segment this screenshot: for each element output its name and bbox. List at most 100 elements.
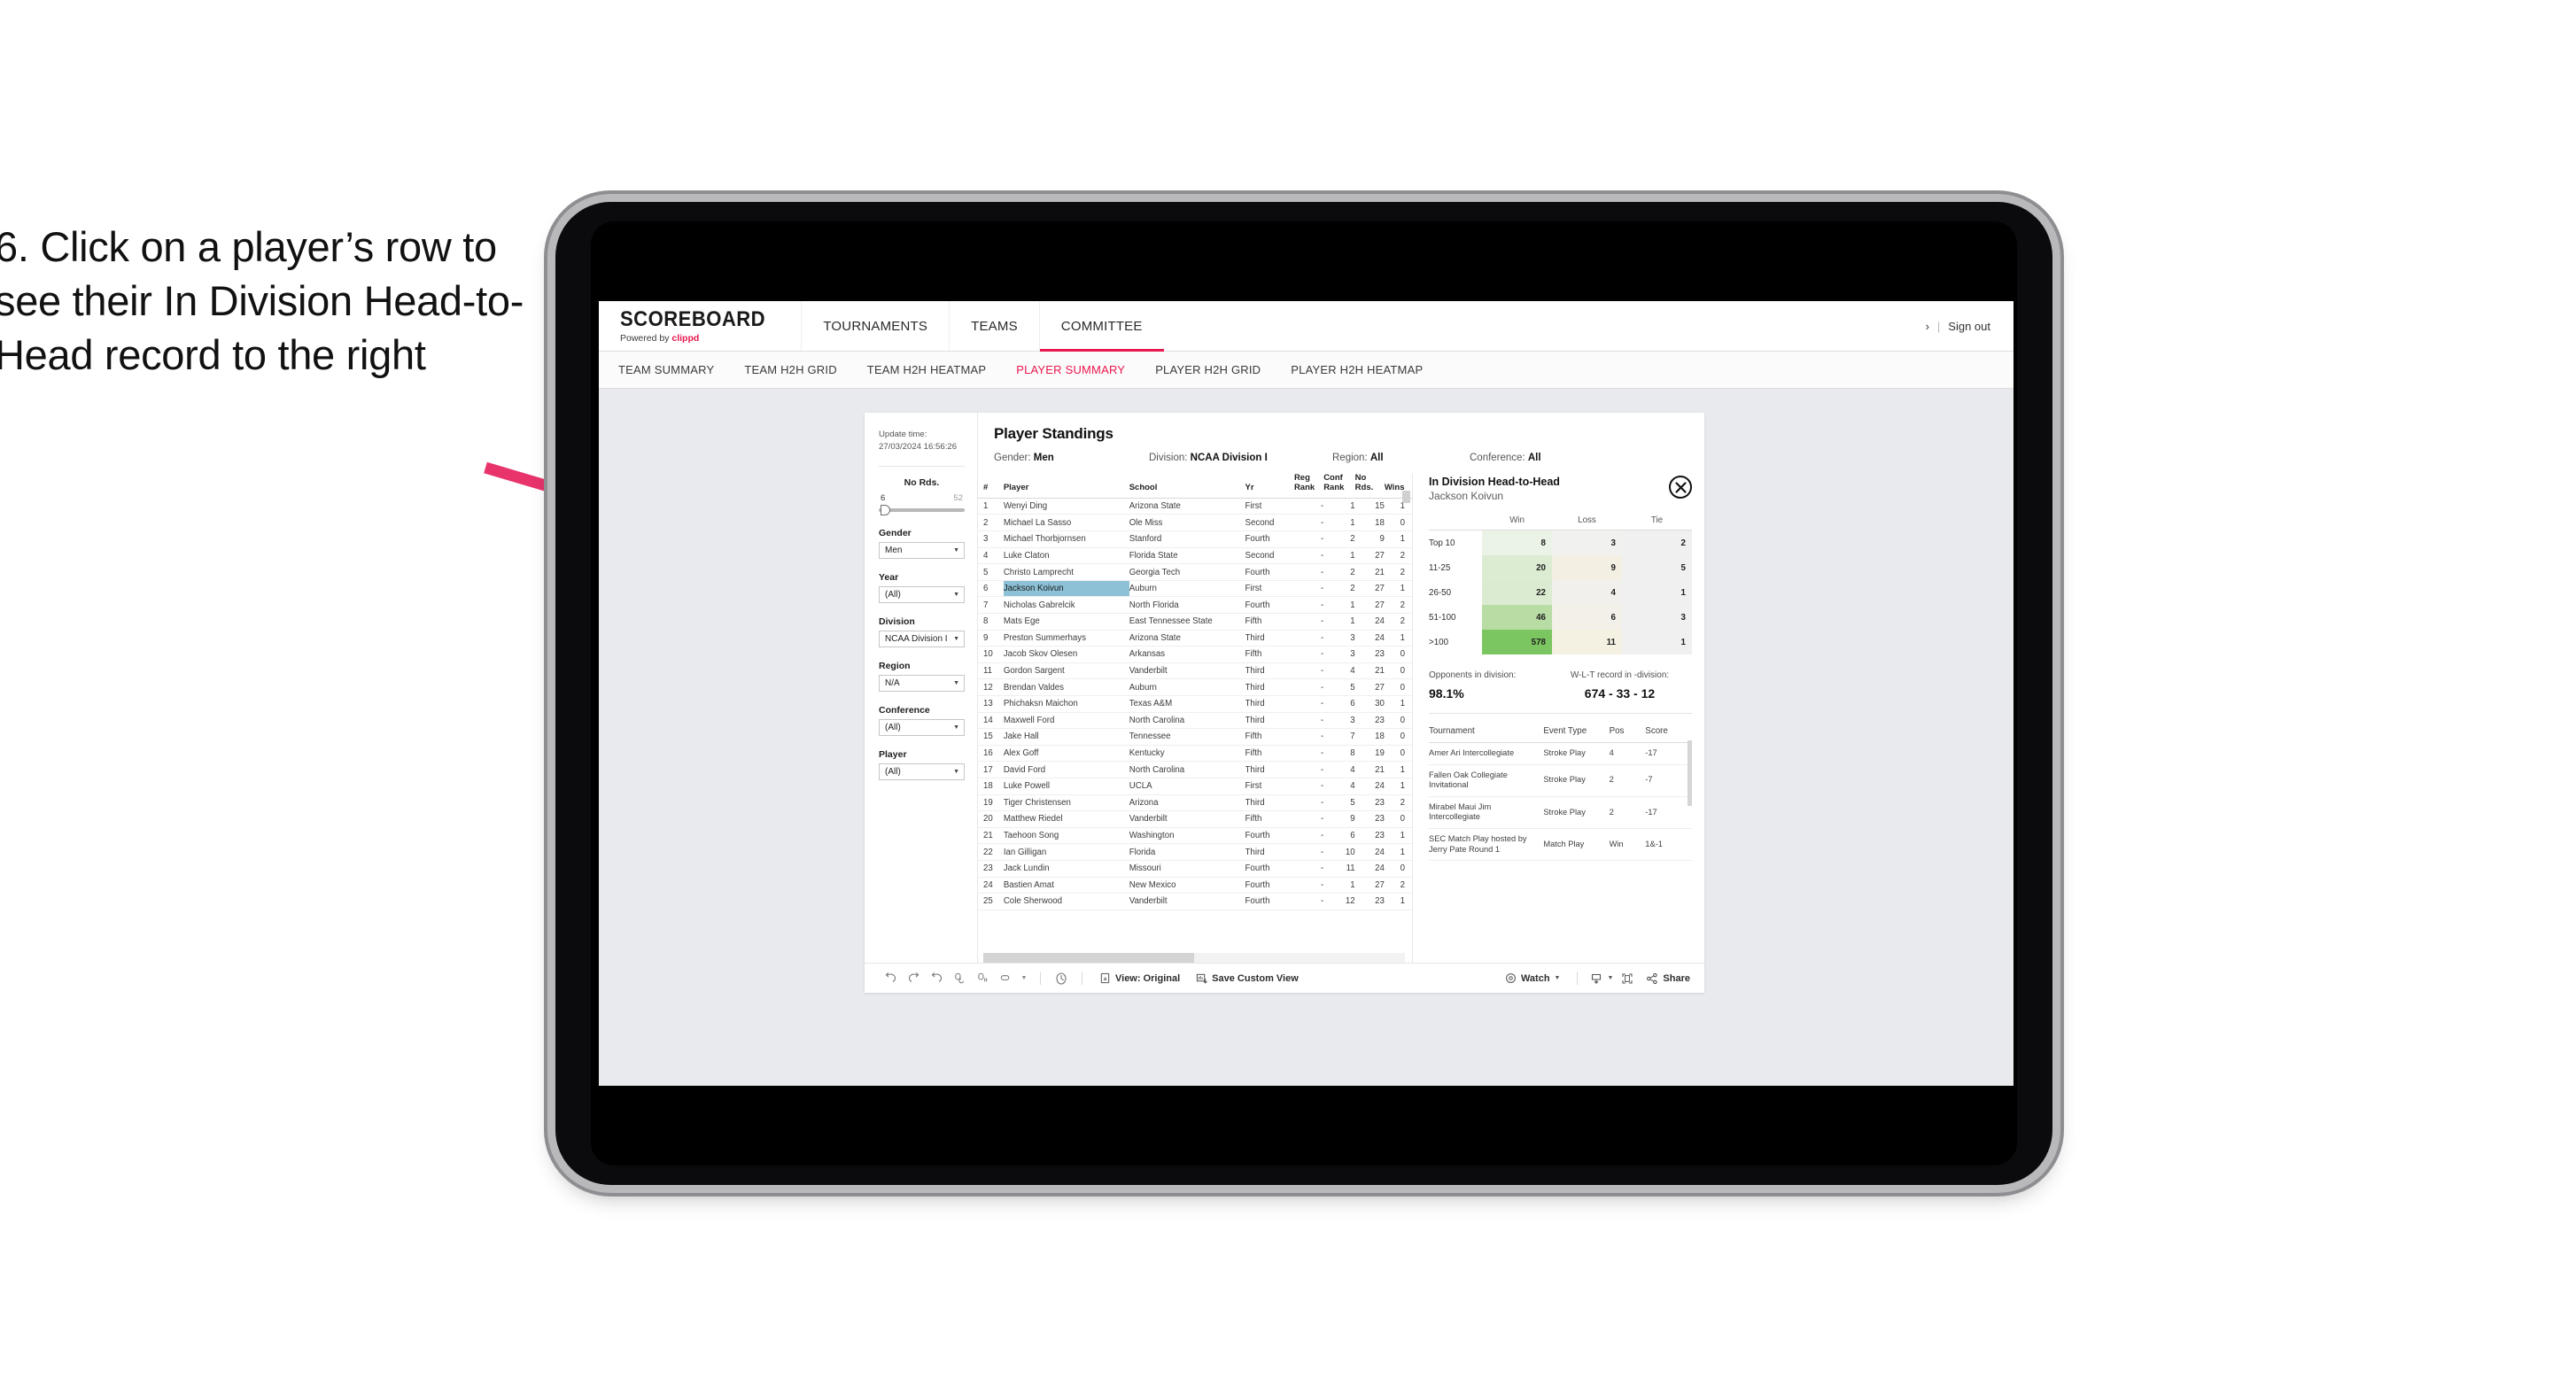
table-row[interactable]: 8 Mats Ege East Tennessee State Fifth -1 24 2 [978, 613, 1412, 631]
cell-score: -7 [1645, 764, 1692, 797]
cell-event-type: Stroke Play [1543, 796, 1610, 830]
cell-conf-rank: 1 [1323, 613, 1355, 631]
redo-icon[interactable] [902, 972, 925, 985]
cell-school: Stanford [1129, 530, 1245, 548]
topnav-item-teams[interactable]: TEAMS [949, 301, 1039, 351]
cell-reg-rank: - [1293, 745, 1324, 763]
cell-rank: 18 [978, 778, 1004, 795]
cell-conf-rank: 2 [1323, 530, 1355, 548]
table-row[interactable]: 24 Bastien Amat New Mexico Fourth -1 27 2 [978, 877, 1412, 894]
cell-reg-rank: - [1293, 761, 1324, 778]
tournament-row[interactable]: Amer Ari Intercollegiate Stroke Play 4 -17 [1429, 742, 1692, 765]
h2h-row-label: 11-25 [1429, 562, 1451, 573]
chevron-down-icon[interactable]: ▼ [1017, 975, 1031, 981]
table-row[interactable]: 13 Phichaksn Maichon Texas A&M Third -6 30 1 [978, 695, 1412, 713]
filter-player-label: Player [879, 748, 907, 760]
refresh-data-icon[interactable] [948, 972, 971, 985]
no-rounds-slider[interactable]: No Rds. 6 52 [879, 477, 965, 515]
table-row[interactable]: 21 Taehoon Song Washington Fourth -6 23 1 [978, 827, 1412, 845]
table-row[interactable]: 5 Christo Lamprecht Georgia Tech Fourth -2 21… [978, 563, 1412, 581]
table-horizontal-scrollbar-track[interactable] [983, 953, 1405, 963]
cell-player: Phichaksn Maichon [1003, 695, 1129, 713]
filter-conference-select[interactable]: (All) ▼ [879, 718, 965, 736]
cell-reg-rank: - [1293, 580, 1324, 598]
no-rounds-max: 52 [953, 492, 963, 503]
tournament-row[interactable]: SEC Match Play hosted by Jerry Pate Roun… [1429, 828, 1692, 862]
cell-reg-rank: - [1293, 662, 1324, 680]
share-icon [1647, 972, 1658, 984]
tournament-scrollbar[interactable] [1688, 740, 1692, 806]
table-row[interactable]: 12 Brendan Valdes Auburn Third -5 27 0 [978, 678, 1412, 696]
filter-division-select[interactable]: NCAA Division I ▼ [879, 630, 965, 647]
table-row[interactable]: 19 Tiger Christensen Arizona Third -5 23 2 [978, 794, 1412, 812]
cell-school: Tennessee [1129, 728, 1245, 746]
tournament-row[interactable]: Fallen Oak Collegiate Invitational Stroke… [1429, 764, 1692, 797]
share-label: Share [1663, 972, 1690, 984]
close-icon[interactable] [1669, 476, 1692, 499]
cell-pos: 2 [1609, 764, 1646, 797]
table-row[interactable]: 16 Alex Goff Kentucky Fifth -8 19 0 [978, 745, 1412, 763]
fullscreen-icon[interactable] [1617, 972, 1638, 985]
revert-icon[interactable] [925, 972, 948, 985]
pause-auto-update-icon[interactable] [971, 972, 994, 985]
sign-out-link[interactable]: Sign out [1948, 320, 1990, 333]
summary-region-key: Region: [1332, 453, 1370, 463]
undo-icon[interactable] [879, 972, 902, 985]
cell-wins: 1 [1384, 827, 1412, 845]
subnav-item-team-h2h-grid[interactable]: TEAM H2H GRID [744, 363, 836, 376]
tournament-row[interactable]: Mirabel Maui Jim Intercollegiate Stroke P… [1429, 796, 1692, 830]
table-row[interactable]: 7 Nicholas Gabrelcik North Florida Fourth -1… [978, 596, 1412, 614]
table-row[interactable]: 3 Michael Thorbjornsen Stanford Fourth -2 9 1 [978, 530, 1412, 548]
cell-rank: 4 [978, 547, 1004, 565]
share-button[interactable]: Share [1638, 972, 1690, 985]
filter-region-select[interactable]: N/A ▼ [879, 674, 965, 692]
subnav-item-player-h2h-grid[interactable]: PLAYER H2H GRID [1155, 363, 1261, 376]
table-row[interactable]: 23 Jack Lundin Missouri Fourth -11 24 0 [978, 860, 1412, 878]
filter-gender-select[interactable]: Men ▼ [879, 541, 965, 559]
view-original-button[interactable]: a View: Original [1091, 972, 1188, 984]
slider-thumb[interactable] [881, 504, 890, 515]
h2h-row: 51-100 46 6 3 [1429, 605, 1692, 630]
topnav-separator: | [1936, 319, 1941, 333]
table-row[interactable]: 1 Wenyi Ding Arizona State First -1 15 1 [978, 498, 1412, 515]
col-tournament: Tournament [1429, 721, 1544, 743]
cell-player: Luke Claton [1003, 547, 1129, 565]
history-icon[interactable] [1050, 972, 1073, 986]
subnav-item-player-summary[interactable]: PLAYER SUMMARY [1016, 363, 1125, 376]
table-row[interactable]: 22 Ian Gilligan Florida Third -10 24 1 [978, 843, 1412, 861]
metric-opponents: Opponents in division: 98.1% [1429, 670, 1553, 701]
table-vertical-scrollbar[interactable] [1402, 491, 1410, 503]
table-row[interactable]: 2 Michael La Sasso Ole Miss Second -1 18 0 [978, 514, 1412, 532]
user-chevron-icon[interactable]: › [1926, 320, 1929, 333]
filter-year-select[interactable]: (All) ▼ [879, 585, 965, 603]
table-horizontal-scrollbar-thumb[interactable] [983, 953, 1194, 963]
table-row[interactable]: 25 Cole Sherwood Vanderbilt Fourth -12 23 1 [978, 893, 1412, 910]
table-row[interactable]: 9 Preston Summerhays Arizona State Third -3 2… [978, 630, 1412, 647]
filter-player-select[interactable]: (All) ▼ [879, 763, 965, 780]
table-row[interactable]: 20 Matthew Riedel Vanderbilt Fifth -9 23 0 [978, 810, 1412, 828]
table-row[interactable]: 4 Luke Claton Florida State Second -1 27 2 [978, 547, 1412, 565]
slider-track[interactable] [879, 504, 965, 515]
cell-conf-rank: 4 [1323, 662, 1355, 680]
table-row[interactable]: 15 Jake Hall Tennessee Fifth -7 18 0 [978, 728, 1412, 746]
table-row[interactable]: 18 Luke Powell UCLA First -4 24 1 [978, 778, 1412, 795]
topnav-item-tournaments[interactable]: TOURNAMENTS [801, 301, 949, 351]
topnav-item-committee[interactable]: COMMITTEE [1038, 301, 1164, 352]
save-custom-view-button[interactable]: Save Custom View [1188, 972, 1307, 984]
watch-button[interactable]: Watch ▼ [1497, 972, 1569, 984]
pan-zoom-icon[interactable] [994, 972, 1017, 985]
subnav-item-team-summary[interactable]: TEAM SUMMARY [618, 363, 714, 376]
cell-pos: 2 [1609, 796, 1646, 830]
download-button[interactable]: ▼ [1587, 972, 1617, 985]
cell-wins: 1 [1384, 843, 1412, 861]
h2h-col-tie: Tie [1622, 515, 1692, 530]
subnav-item-team-h2h-heatmap[interactable]: TEAM H2H HEATMAP [867, 363, 986, 376]
table-row[interactable]: 11 Gordon Sargent Vanderbilt Third -4 21 0 [978, 662, 1412, 680]
subnav-item-player-h2h-heatmap[interactable]: PLAYER H2H HEATMAP [1291, 363, 1423, 376]
table-row[interactable]: 14 Maxwell Ford North Carolina Third -3 23 0 [978, 712, 1412, 730]
h2h-row: >100 578 11 1 [1429, 630, 1692, 654]
table-row[interactable]: 6 Jackson Koivun Auburn First -2 27 1 [978, 580, 1412, 598]
cell-rank: 1 [978, 498, 1004, 515]
table-row[interactable]: 17 David Ford North Carolina Third -4 21 1 [978, 761, 1412, 778]
table-row[interactable]: 10 Jacob Skov Olesen Arkansas Fifth -3 23 0 [978, 646, 1412, 663]
